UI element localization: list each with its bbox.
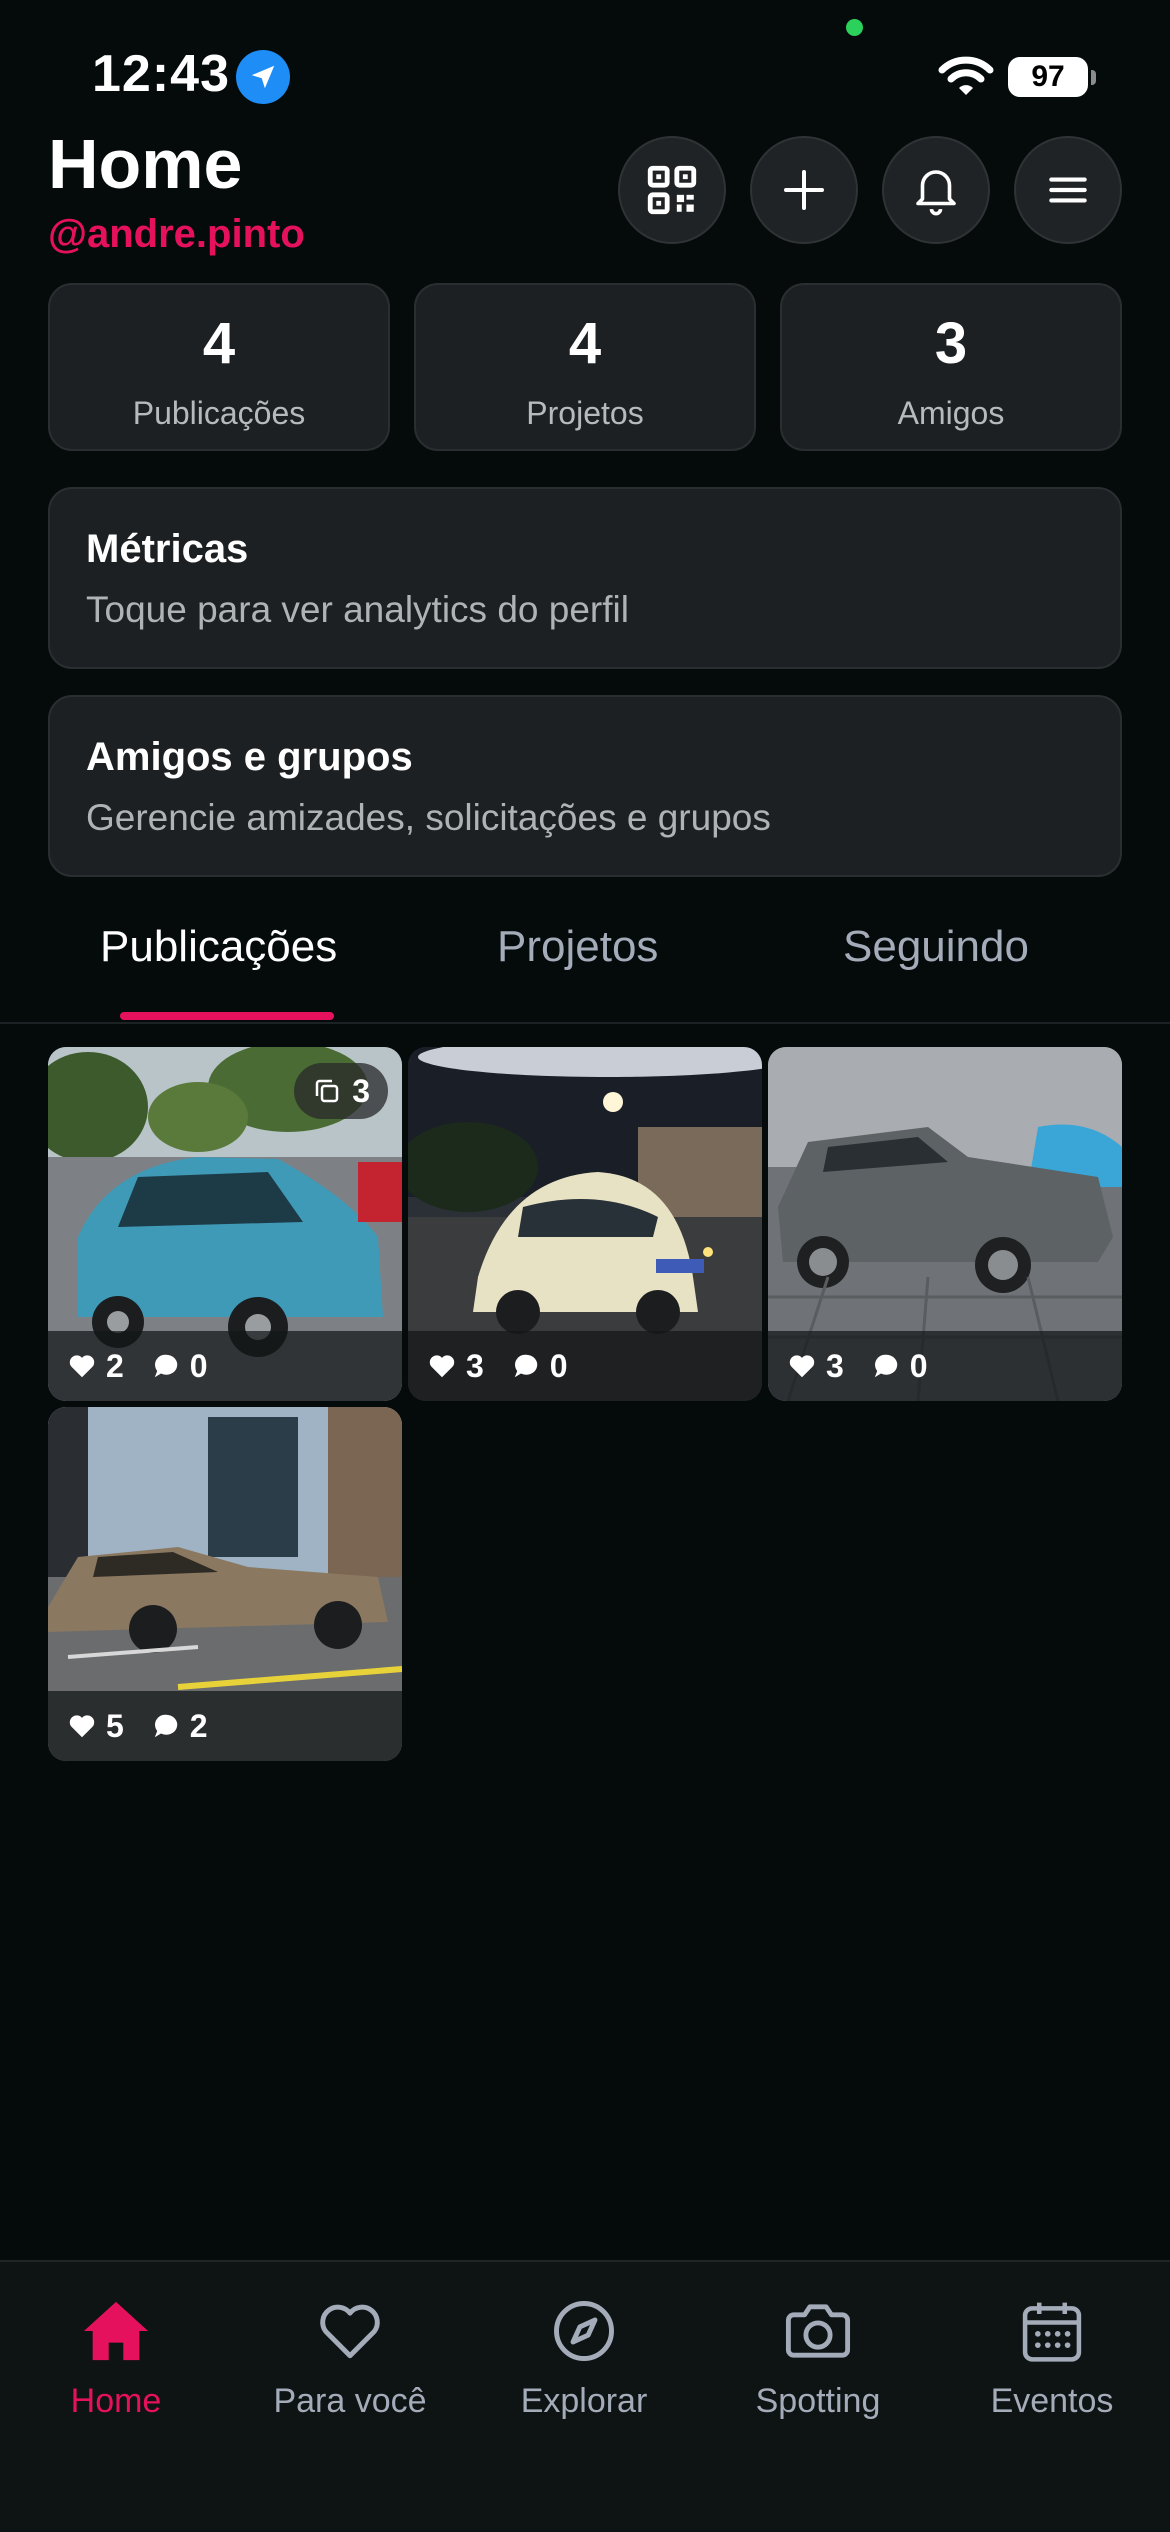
wifi-icon (938, 56, 994, 103)
add-button[interactable] (750, 136, 858, 244)
comments-count: 0 (549, 1347, 568, 1384)
camera-icon (708, 2296, 928, 2366)
tabbar-label: Explorar (520, 2382, 648, 2420)
menu-icon (1049, 177, 1087, 203)
home-icon (6, 2296, 226, 2366)
stat-value: 3 (934, 311, 968, 376)
post-stats: 2 0 (48, 1331, 402, 1401)
card-title: Métricas (86, 527, 249, 571)
comment-icon (870, 1350, 902, 1382)
heart-icon (786, 1350, 818, 1382)
stat-label: Publicações (132, 395, 306, 431)
likes-count: 5 (106, 1707, 124, 1744)
active-tab-indicator (120, 1012, 334, 1020)
tabbar-item-home[interactable]: Home (6, 2296, 226, 2421)
post-thumbnail[interactable]: 5 2 (48, 1407, 402, 1761)
comment-icon (510, 1350, 542, 1382)
heart-icon (426, 1350, 458, 1382)
post-thumbnail[interactable]: 3 0 (408, 1047, 762, 1401)
card-subtitle: Toque para ver analytics do perfil (86, 589, 629, 630)
post-thumbnail[interactable]: 3 2 0 (48, 1047, 402, 1401)
bell-icon (916, 170, 956, 216)
tab-seguindo[interactable]: Seguindo (843, 922, 1029, 972)
card-subtitle: Gerencie amizades, solicitações e grupos (86, 797, 771, 838)
tabbar-label: Eventos (990, 2382, 1114, 2420)
stat-projetos[interactable]: 4 Projetos (414, 283, 756, 451)
likes-count: 3 (826, 1347, 844, 1384)
comment-icon (150, 1350, 182, 1382)
likes-count: 2 (106, 1347, 124, 1384)
tabbar-label: Spotting (755, 2382, 881, 2420)
compass-icon (474, 2296, 694, 2366)
heart-icon (66, 1350, 98, 1382)
tabbar-item-para-voce[interactable]: Para você (240, 2296, 460, 2421)
heart-icon (240, 2296, 460, 2366)
qr-code-icon (647, 165, 697, 215)
battery-indicator: 97 (1008, 57, 1088, 97)
post-stats: 3 0 (408, 1331, 762, 1401)
location-arrow-icon (236, 50, 290, 104)
battery-cap (1091, 70, 1096, 85)
stat-amigos[interactable]: 3 Amigos (780, 283, 1122, 451)
tab-publicacoes[interactable]: Publicações (100, 922, 337, 972)
likes-count: 3 (466, 1347, 484, 1384)
comments-count: 2 (189, 1707, 208, 1744)
friends-groups-card[interactable]: Amigos e grupos Gerencie amizades, solic… (48, 695, 1122, 877)
multi-image-count: 3 (352, 1072, 370, 1109)
qr-code-button[interactable] (618, 136, 726, 244)
tabbar-item-eventos[interactable]: Eventos (942, 2296, 1162, 2421)
tabbar-item-spotting[interactable]: Spotting (708, 2296, 928, 2421)
tabs-divider (0, 1022, 1170, 1024)
user-handle[interactable]: @andre.pinto (48, 212, 305, 257)
comments-count: 0 (909, 1347, 928, 1384)
heart-icon (66, 1710, 98, 1742)
comment-icon (150, 1710, 182, 1742)
copy-icon (315, 1079, 339, 1103)
stat-value: 4 (568, 311, 602, 376)
stat-publicacoes[interactable]: 4 Publicações (48, 283, 390, 451)
tab-projetos[interactable]: Projetos (497, 922, 658, 972)
post-stats: 5 2 (48, 1691, 402, 1761)
post-thumbnail[interactable]: 3 0 (768, 1047, 1122, 1401)
page-title: Home (48, 125, 243, 203)
notifications-button[interactable] (882, 136, 990, 244)
home-screen: 12:43 97 Home @andre.pinto 4 Publicações… (0, 0, 1170, 2532)
metrics-card[interactable]: Métricas Toque para ver analytics do per… (48, 487, 1122, 669)
stat-label: Projetos (526, 395, 644, 431)
camera-indicator-dot (846, 19, 863, 36)
calendar-icon (942, 2296, 1162, 2366)
tabbar-item-explorar[interactable]: Explorar (474, 2296, 694, 2421)
plus-icon (784, 170, 824, 210)
stat-label: Amigos (897, 395, 1005, 431)
tabbar-label: Home (70, 2382, 162, 2420)
post-stats: 3 0 (768, 1331, 1122, 1401)
tabbar-label: Para você (273, 2382, 427, 2420)
multi-image-badge: 3 (294, 1063, 388, 1119)
menu-button[interactable] (1014, 136, 1122, 244)
status-time: 12:43 (92, 45, 230, 103)
stat-value: 4 (202, 311, 236, 376)
comments-count: 0 (189, 1347, 208, 1384)
card-title: Amigos e grupos (86, 735, 413, 779)
